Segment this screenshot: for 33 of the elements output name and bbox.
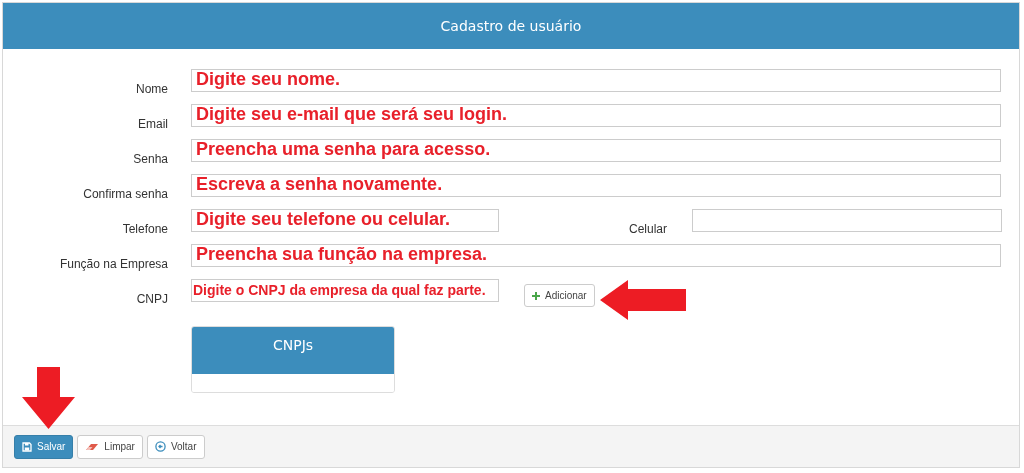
annotation-text: Digite seu e-mail que será seu login. xyxy=(196,104,508,125)
input-field[interactable]: Digite seu nome. xyxy=(191,69,1001,92)
footer-button[interactable]: Limpar xyxy=(77,434,143,459)
footer-button[interactable]: Voltar xyxy=(146,434,205,459)
save-icon xyxy=(22,441,32,452)
field-label: Confirma senha xyxy=(82,186,168,201)
eraser-icon xyxy=(85,441,100,452)
field-label: Telefone xyxy=(121,221,168,236)
input-field[interactable]: Digite seu telefone ou celular. xyxy=(191,209,499,232)
field-label: Função na Empresa xyxy=(58,256,168,271)
annotation-text: Digite seu telefone ou celular. xyxy=(196,209,451,230)
field-label: CNPJ xyxy=(135,291,168,306)
footer-button[interactable]: Salvar xyxy=(14,434,74,459)
field-label: Senha xyxy=(132,151,168,166)
annotation-text: Escreva a senha novamente. xyxy=(196,174,443,195)
input-field[interactable]: Preencha sua função na empresa. xyxy=(191,244,1001,267)
input-field[interactable]: Preencha uma senha para acesso. xyxy=(191,139,1001,162)
input-field[interactable]: Digite o CNPJ da empresa da qual faz parte. xyxy=(191,279,499,302)
annotation-text: Preencha sua função na empresa. xyxy=(196,244,488,265)
panel-header: Cadastro de usuário xyxy=(3,3,1019,49)
input-field[interactable]: Digite seu e-mail que será seu login. xyxy=(191,104,1001,127)
input-field[interactable] xyxy=(692,209,1002,232)
annotation-text: Preencha uma senha para acesso. xyxy=(196,139,491,160)
plus-icon xyxy=(532,291,540,300)
add-button[interactable]: Adicionar xyxy=(524,284,595,307)
annotation-text: Digite seu nome. xyxy=(196,69,341,90)
input-field[interactable]: Escreva a senha novamente. xyxy=(191,174,1001,197)
field-label: Nome xyxy=(135,81,168,96)
field-label: Celular xyxy=(629,221,667,236)
table-header: CNPJs xyxy=(192,327,394,374)
down-arrow-drawing xyxy=(22,367,75,429)
annotation-text: Digite o CNPJ da empresa da qual faz parte. xyxy=(193,282,486,298)
field-label: Email xyxy=(137,116,168,131)
